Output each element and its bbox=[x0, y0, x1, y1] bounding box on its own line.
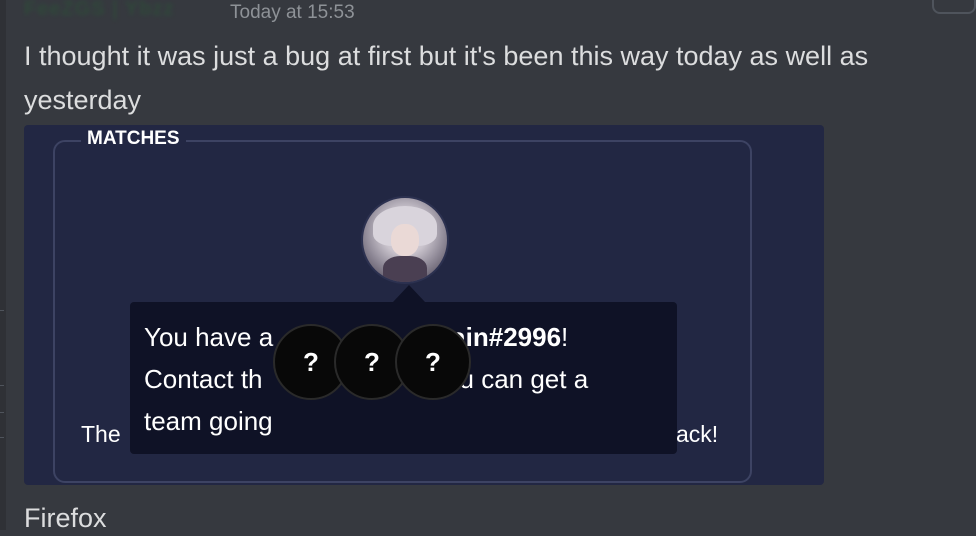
tooltip-text: u can get a bbox=[459, 364, 589, 394]
left-gutter bbox=[0, 0, 6, 530]
tooltip-arrow bbox=[393, 285, 425, 302]
gutter-mark bbox=[0, 437, 4, 438]
message-content: I thought it was just a bug at first but… bbox=[24, 41, 869, 115]
unknown-members-group: ? ? ? bbox=[273, 324, 473, 404]
matches-title: MATCHES bbox=[81, 128, 186, 150]
avatar-face bbox=[391, 224, 419, 256]
footer-text-left: The bbox=[81, 421, 121, 447]
image-attachment[interactable]: MATCHES The ack! You have a ain#2996! Con… bbox=[24, 125, 824, 485]
tooltip-text: You have a bbox=[144, 322, 274, 352]
unknown-member-bubble[interactable]: ? bbox=[395, 324, 471, 400]
footer-text-right: ack! bbox=[676, 421, 719, 447]
message-author[interactable]: FeeZGS | Ybzz bbox=[24, 0, 174, 21]
gutter-mark bbox=[0, 385, 4, 386]
gutter-mark bbox=[0, 310, 4, 311]
gutter-mark bbox=[0, 412, 4, 413]
message-timestamp: Today at 15:53 bbox=[230, 2, 355, 23]
message-actions-button[interactable] bbox=[932, 0, 976, 14]
user-avatar bbox=[361, 196, 449, 284]
avatar-body bbox=[383, 256, 427, 282]
tooltip-line-3: team going bbox=[144, 406, 273, 436]
next-message-content: Firefox bbox=[24, 503, 107, 533]
tooltip-text: Contact th bbox=[144, 364, 263, 394]
tooltip-text: ! bbox=[561, 322, 569, 352]
